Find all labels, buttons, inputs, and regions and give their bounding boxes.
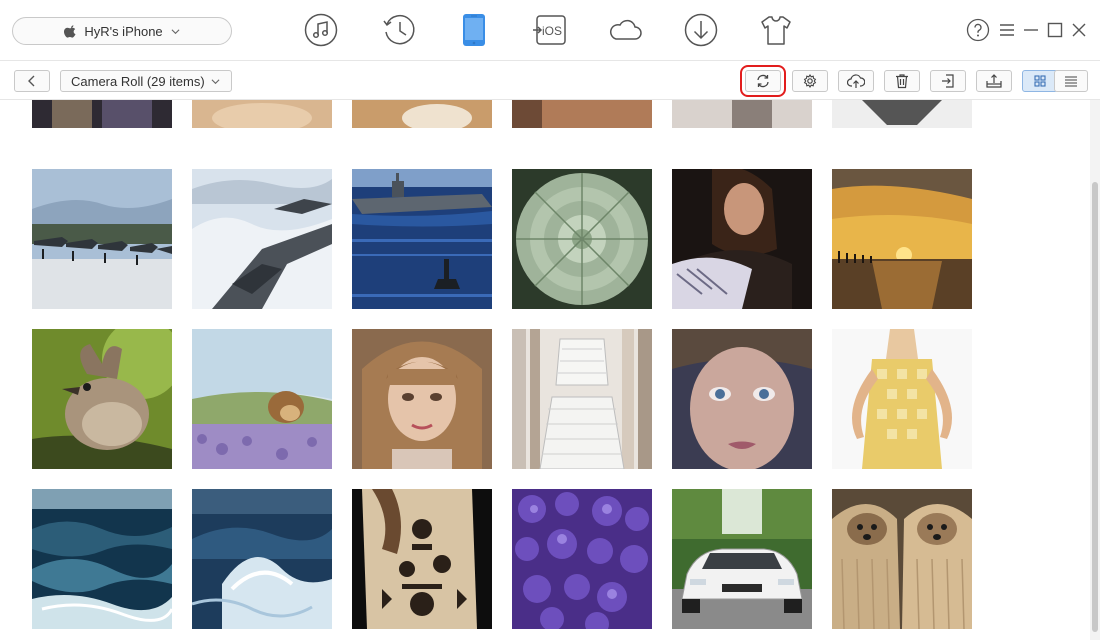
delete-button[interactable] (884, 70, 920, 92)
delete-icon (896, 74, 908, 89)
photo-hedgehog-lavender[interactable] (192, 329, 332, 469)
upload-button[interactable] (838, 70, 874, 92)
download-icon[interactable] (683, 12, 719, 48)
photo-jet-over-clouds[interactable] (192, 169, 332, 309)
help-icon[interactable] (966, 18, 990, 42)
settings-button[interactable] (792, 70, 828, 92)
upload-icon (847, 74, 865, 88)
refresh-button[interactable] (740, 65, 786, 97)
grid-view-button[interactable] (1022, 70, 1058, 92)
menu-icon[interactable] (995, 18, 1019, 42)
photo-yellow-dress[interactable] (832, 329, 972, 469)
chevron-left-icon (28, 75, 35, 87)
iphone-icon[interactable] (456, 12, 492, 48)
photo-aircraft-carrier[interactable] (352, 169, 492, 309)
main-nav: iOS (0, 0, 1100, 60)
scrollbar-thumb[interactable] (1092, 182, 1098, 632)
minimize-icon[interactable] (1019, 18, 1043, 42)
album-label: Camera Roll (29 items) (71, 73, 205, 89)
list-view-icon (1065, 76, 1077, 87)
photo-tile[interactable] (512, 100, 652, 128)
photo-purple-hyacinths[interactable] (512, 489, 652, 629)
photo-tattooed-back[interactable] (352, 489, 492, 629)
photo-stormy-sea[interactable] (192, 489, 332, 629)
history-icon[interactable] (381, 12, 417, 48)
grid-view-icon (1034, 75, 1046, 87)
refresh-icon (757, 74, 769, 88)
photo-succulent[interactable] (512, 169, 652, 309)
export-icon (942, 74, 954, 88)
top-bar: HyR's iPhone iOS (0, 0, 1100, 60)
photo-tile[interactable] (832, 100, 972, 128)
photo-tile[interactable] (32, 100, 172, 128)
music-icon[interactable] (303, 12, 339, 48)
photo-ocean-waves[interactable] (32, 489, 172, 629)
svg-text:iOS: iOS (542, 24, 562, 38)
photo-grid (0, 100, 1100, 640)
close-icon[interactable] (1067, 18, 1091, 42)
photo-white-outfit[interactable] (512, 329, 652, 469)
ios-mover-icon[interactable]: iOS (532, 12, 568, 48)
toolbar: Camera Roll (29 items) (0, 60, 1100, 100)
cloud-icon[interactable] (607, 12, 643, 48)
settings-icon (803, 74, 817, 88)
app-window: HyR's iPhone iOS Camera Roll (29 items) (0, 0, 1100, 640)
photo-woman-portrait[interactable] (672, 169, 812, 309)
photo-fighter-jets-snow[interactable] (32, 169, 172, 309)
to-computer-button[interactable] (976, 70, 1012, 92)
photo-bird[interactable] (32, 329, 172, 469)
maximize-icon[interactable] (1043, 18, 1067, 42)
tshirt-icon[interactable] (758, 12, 794, 48)
back-button[interactable] (14, 70, 50, 92)
photo-woman-bangs[interactable] (352, 329, 492, 469)
scrollbar[interactable] (1090, 100, 1100, 640)
photo-sunset-pier[interactable] (832, 169, 972, 309)
photo-yorkshire-dogs[interactable] (832, 489, 972, 629)
export-button[interactable] (930, 70, 966, 92)
photo-tile[interactable] (192, 100, 332, 128)
photo-white-car[interactable] (672, 489, 812, 629)
photo-blue-eyes-face[interactable] (672, 329, 812, 469)
to-computer-icon (986, 74, 1002, 88)
album-selector[interactable]: Camera Roll (29 items) (60, 70, 232, 92)
list-view-button[interactable] (1054, 70, 1088, 92)
chevron-down-icon (211, 78, 220, 84)
photo-tile[interactable] (672, 100, 812, 128)
photo-tile[interactable] (352, 100, 492, 128)
